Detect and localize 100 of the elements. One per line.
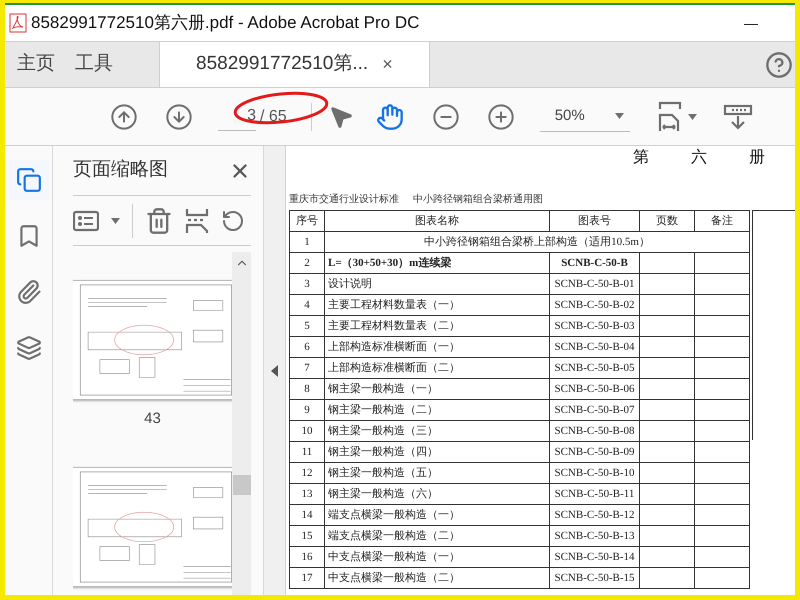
table-cell: SCNB-C-50-B-01 xyxy=(550,274,640,295)
caret-icon xyxy=(614,113,624,119)
table-cell: 7 xyxy=(290,358,325,379)
table-cell: SCNB-C-50-B-07 xyxy=(550,400,640,421)
empty-cell xyxy=(695,442,750,463)
empty-cell xyxy=(695,421,750,442)
zoom-in-icon[interactable] xyxy=(486,102,515,130)
empty-cell xyxy=(695,358,750,379)
table-cell: SCNB-C-50-B-10 xyxy=(550,463,640,484)
empty-cell xyxy=(695,547,750,568)
caret-icon xyxy=(111,218,120,224)
caption-text: 重庆市交通行业设计标准 xyxy=(289,192,399,207)
table-cell: SCNB-C-50-B-11 xyxy=(550,484,640,505)
scrollbar-thumb[interactable] xyxy=(232,475,250,495)
column-header: 备注 xyxy=(695,211,750,232)
caption-text: 中小跨径钢箱组合梁桥通用图 xyxy=(413,192,543,207)
empty-cell xyxy=(640,337,695,358)
table-cell: SCNB-C-50-B-12 xyxy=(550,505,640,526)
empty-cell xyxy=(640,295,695,316)
table-cell: SCNB-C-50-B-15 xyxy=(550,568,640,589)
close-tab-icon[interactable]: × xyxy=(382,51,393,78)
fit-page-icon[interactable] xyxy=(658,100,682,132)
table-cell: SCNB-C-50-B xyxy=(550,253,640,274)
column-header: 图表名称 xyxy=(325,211,550,232)
page-thumbnails-icon[interactable] xyxy=(8,160,48,200)
table-cell: 上部构造标准横断面（二） xyxy=(325,358,550,379)
scrollbar[interactable] xyxy=(232,252,251,595)
empty-cell xyxy=(695,379,750,400)
table-cell: 9 xyxy=(290,400,325,421)
collapse-arrow-icon[interactable] xyxy=(271,364,278,376)
empty-cell xyxy=(640,274,695,295)
table-cell: 11 xyxy=(290,442,325,463)
table-cell: L=（30+50+30）m连续梁 xyxy=(325,253,550,274)
empty-cell xyxy=(640,358,695,379)
insert-page-icon[interactable] xyxy=(185,206,209,234)
table-cell: 3 xyxy=(290,274,325,295)
tab[interactable]: 主页 xyxy=(9,42,63,87)
empty-cell xyxy=(695,400,750,421)
empty-cell xyxy=(640,316,695,337)
empty-cell xyxy=(695,274,750,295)
volume-heading: 第 xyxy=(633,148,649,168)
table-cell: SCNB-C-50-B-02 xyxy=(550,295,640,316)
empty-cell xyxy=(695,295,750,316)
zoom-dropdown[interactable]: 50% xyxy=(540,102,630,132)
empty-cell xyxy=(640,526,695,547)
table-cell: 钢主梁一般构造（五） xyxy=(325,463,550,484)
empty-cell xyxy=(640,484,695,505)
table-cell: 13 xyxy=(290,484,325,505)
empty-cell xyxy=(695,463,750,484)
empty-cell xyxy=(695,316,750,337)
table-cell: 钢主梁一般构造（三） xyxy=(325,421,550,442)
empty-cell xyxy=(640,379,695,400)
page-thumbnail-drawing[interactable] xyxy=(73,466,232,586)
table-cell: 主要工程材料数量表（二） xyxy=(325,316,550,337)
empty-cell xyxy=(695,568,750,589)
window-title: 8582991772510第六册.pdf - Adobe Acrobat Pro DC xyxy=(31,12,420,34)
empty-cell xyxy=(695,337,750,358)
zoom-out-icon[interactable] xyxy=(432,102,460,130)
page-number-field[interactable]: 3 xyxy=(218,102,256,130)
table-cell: SCNB-C-50-B-09 xyxy=(550,442,640,463)
table-cell: 钢主梁一般构造（二） xyxy=(325,400,550,421)
table-cell: SCNB-C-50-B-08 xyxy=(550,421,640,442)
list-options-icon[interactable] xyxy=(73,210,99,232)
tab[interactable]: 工具 xyxy=(67,42,121,87)
table-cell: 4 xyxy=(290,295,325,316)
empty-cell xyxy=(695,526,750,547)
empty-cell xyxy=(640,400,695,421)
table-cell: 中支点横梁一般构造（一） xyxy=(325,547,550,568)
help-icon[interactable] xyxy=(765,50,793,78)
empty-cell xyxy=(640,463,695,484)
table-cell: SCNB-C-50-B-13 xyxy=(550,526,640,547)
table-cell: 15 xyxy=(290,526,325,547)
volume-heading: 册 xyxy=(749,148,765,168)
tab[interactable]: 8582991772510第... × xyxy=(159,42,430,87)
trash-icon[interactable] xyxy=(145,206,173,234)
table-cell: 钢主梁一般构造（六） xyxy=(325,484,550,505)
table-cell: 端支点横梁一般构造（一） xyxy=(325,505,550,526)
rotate-icon[interactable] xyxy=(221,208,245,232)
table-cell: 中支点横梁一般构造（二） xyxy=(325,568,550,589)
table-cell: 中小跨径钢箱组合梁桥上部构造（适用10.5m） xyxy=(325,232,750,253)
volume-heading: 六 xyxy=(691,148,707,168)
empty-cell xyxy=(695,484,750,505)
next-page-icon[interactable] xyxy=(165,102,193,130)
table-cell: 钢主梁一般构造（一） xyxy=(325,379,550,400)
empty-cell xyxy=(640,547,695,568)
previous-page-icon[interactable] xyxy=(110,102,138,130)
table-cell: SCNB-C-50-B-04 xyxy=(550,337,640,358)
table-cell: 16 xyxy=(290,547,325,568)
table-cell: 设计说明 xyxy=(325,274,550,295)
table-cell: 8 xyxy=(290,379,325,400)
pdf-app-icon xyxy=(9,13,27,33)
hand-tool-icon[interactable] xyxy=(376,102,404,130)
column-header: 序号 xyxy=(290,211,325,232)
page-thumbnail-drawing[interactable] xyxy=(73,280,232,400)
table-cell: 1 xyxy=(290,232,325,253)
page-total: / 65 xyxy=(260,106,287,126)
empty-cell xyxy=(640,253,695,274)
minimize-button[interactable]: — xyxy=(731,12,771,34)
caret-icon xyxy=(688,114,697,120)
empty-cell xyxy=(640,442,695,463)
